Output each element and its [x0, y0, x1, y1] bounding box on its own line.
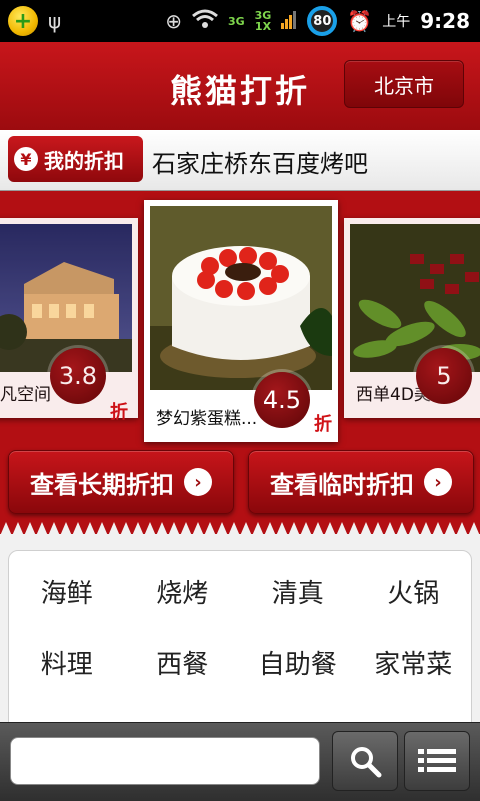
- menu-button[interactable]: [404, 731, 470, 791]
- wifi-icon: [192, 9, 218, 34]
- temporary-discount-button[interactable]: 查看临时折扣 ›: [248, 450, 474, 514]
- usb-icon: ψ: [48, 9, 62, 33]
- temporary-discount-label: 查看临时折扣: [270, 470, 414, 499]
- deal-carousel[interactable]: 凡空间 3.8 折 梦幻紫蛋糕... 4.5 折 西单4D美 5: [0, 190, 480, 448]
- city-selector-button[interactable]: 北京市: [344, 60, 464, 108]
- search-input[interactable]: [10, 737, 320, 785]
- category-area: 海鲜 烧烤 清真 火锅 料理 西餐 自助餐 家常菜: [0, 534, 480, 732]
- category-seafood[interactable]: 海鲜: [9, 573, 125, 610]
- my-discount-button[interactable]: ¥ 我的折扣: [8, 136, 143, 182]
- battery-indicator: 80: [307, 6, 338, 36]
- long-term-discount-label: 查看长期折扣: [30, 470, 174, 499]
- search-icon: [351, 747, 382, 778]
- deal-card-left[interactable]: 凡空间 3.8 折: [0, 218, 138, 423]
- dish-photo: [350, 224, 480, 372]
- network-3g-indicator: 3G: [227, 14, 245, 28]
- zigzag-divider: [0, 522, 480, 536]
- signal-bars-icon: [281, 9, 297, 33]
- signal-indicator: 3G 1X: [254, 9, 272, 33]
- marquee-text[interactable]: 石家庄桥东百度烤吧: [152, 144, 368, 179]
- status-bar: + ψ ⊕ 3G 3G 1X 80 ⏰ 上午 9:28: [0, 0, 480, 42]
- category-western[interactable]: 西餐: [125, 644, 241, 681]
- discount-badge: 3.8: [50, 348, 106, 404]
- discount-unit: 折: [110, 402, 128, 423]
- arrow-right-icon: ›: [184, 468, 212, 496]
- deal-card-center[interactable]: 梦幻紫蛋糕... 4.5 折: [144, 200, 338, 442]
- search-button[interactable]: [332, 731, 398, 791]
- gps-icon: ⊕: [165, 9, 182, 33]
- bottom-search-bar: [0, 722, 480, 801]
- app-header: 熊猫打折 北京市: [0, 42, 480, 130]
- category-grid: 海鲜 烧烤 清真 火锅 料理 西餐 自助餐 家常菜: [9, 573, 471, 681]
- discount-actions: 查看长期折扣 › 查看临时折扣 ›: [0, 448, 480, 526]
- arrow-right-icon: ›: [424, 468, 452, 496]
- discount-badge: 4.5: [254, 372, 310, 428]
- list-menu-icon: [418, 749, 456, 772]
- my-discount-label: 我的折扣: [44, 148, 124, 173]
- category-halal[interactable]: 清真: [240, 573, 356, 610]
- ticker-bar: ¥ 我的折扣 石家庄桥东百度烤吧: [0, 130, 480, 191]
- category-panel: 海鲜 烧烤 清真 火锅 料理 西餐 自助餐 家常菜: [8, 550, 472, 732]
- deal-card-right[interactable]: 西单4D美 5: [344, 218, 480, 418]
- cake-photo: [150, 206, 332, 390]
- security-app-icon: +: [8, 6, 38, 36]
- category-homestyle[interactable]: 家常菜: [356, 644, 472, 681]
- category-cuisine[interactable]: 料理: [9, 644, 125, 681]
- category-buffet[interactable]: 自助餐: [240, 644, 356, 681]
- category-bbq[interactable]: 烧烤: [125, 573, 241, 610]
- city-label: 北京市: [374, 73, 434, 98]
- yen-icon: ¥: [14, 147, 38, 171]
- long-term-discount-button[interactable]: 查看长期折扣 ›: [8, 450, 234, 514]
- category-hotpot[interactable]: 火锅: [356, 573, 472, 610]
- clock: 9:28: [420, 9, 470, 33]
- discount-unit: 折: [314, 414, 332, 435]
- discount-badge: 5: [416, 348, 472, 404]
- am-pm-label: 上午: [382, 14, 411, 30]
- alarm-icon: ⏰: [347, 9, 373, 33]
